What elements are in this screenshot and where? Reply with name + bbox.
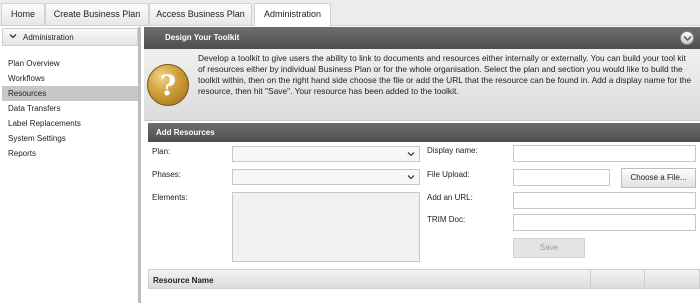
panel-title: Design Your Toolkit <box>165 33 240 42</box>
column-resource-name[interactable]: Resource Name <box>153 276 213 285</box>
tab-administration[interactable]: Administration <box>254 3 331 27</box>
trim-doc-input[interactable] <box>513 214 696 231</box>
sidebar-header[interactable]: Administration <box>2 28 138 46</box>
column-divider <box>590 270 591 288</box>
sidebar-header-label: Administration <box>23 33 74 42</box>
chevron-down-icon <box>407 150 415 160</box>
sidebar-item-data-transfers[interactable]: Data Transfers <box>2 101 138 116</box>
top-navigation: Home Create Business Plan Access Busines… <box>0 0 700 27</box>
intro-text: Develop a toolkit to give users the abil… <box>198 53 692 96</box>
plan-label: Plan: <box>152 147 171 156</box>
file-upload-field[interactable] <box>513 169 610 186</box>
sidebar-item-plan-overview[interactable]: Plan Overview <box>2 56 138 71</box>
sidebar-item-system-settings[interactable]: System Settings <box>2 131 138 146</box>
add-resources-header: Add Resources <box>148 123 700 142</box>
tab-access-business-plan[interactable]: Access Business Plan <box>149 3 252 25</box>
plan-select[interactable] <box>232 146 420 162</box>
chevron-down-icon <box>407 173 415 183</box>
resource-grid-header: Resource Name <box>148 269 700 289</box>
panel-header: Design Your Toolkit <box>144 27 700 49</box>
tab-create-business-plan[interactable]: Create Business Plan <box>45 3 149 25</box>
chevron-down-icon <box>683 35 692 42</box>
chevron-down-icon <box>9 32 17 42</box>
display-name-label: Display name: <box>427 146 478 155</box>
sidebar: Administration Plan Overview Workflows R… <box>0 27 141 303</box>
intro-box: ? Develop a toolkit to give users the ab… <box>144 49 700 121</box>
phases-label: Phases: <box>152 170 181 179</box>
phases-select[interactable] <box>232 169 420 185</box>
collapse-button[interactable] <box>680 31 694 45</box>
column-divider <box>644 270 645 288</box>
file-upload-label: File Upload: <box>427 170 470 179</box>
elements-label: Elements: <box>152 193 188 202</box>
display-name-input[interactable] <box>513 145 696 162</box>
sidebar-item-resources[interactable]: Resources <box>2 86 138 101</box>
sidebar-item-label-replacements[interactable]: Label Replacements <box>2 116 138 131</box>
tab-home[interactable]: Home <box>1 3 45 25</box>
elements-list[interactable] <box>232 192 420 262</box>
choose-file-button[interactable]: Choose a File... <box>621 168 696 188</box>
sidebar-item-reports[interactable]: Reports <box>2 146 138 161</box>
main-panel: Design Your Toolkit ? Develop a toolkit … <box>144 27 700 303</box>
sidebar-item-workflows[interactable]: Workflows <box>2 71 138 86</box>
sidebar-list: Plan Overview Workflows Resources Data T… <box>2 56 138 161</box>
add-resources-form: Plan: Phases: Elements: Display name: Fi… <box>148 142 700 264</box>
url-label: Add an URL: <box>427 193 473 202</box>
save-button[interactable]: Save <box>513 238 585 258</box>
url-input[interactable] <box>513 192 696 209</box>
trim-doc-label: TRIM Doc: <box>427 215 466 224</box>
add-resources-title: Add Resources <box>156 128 215 137</box>
question-icon: ? <box>147 64 189 106</box>
